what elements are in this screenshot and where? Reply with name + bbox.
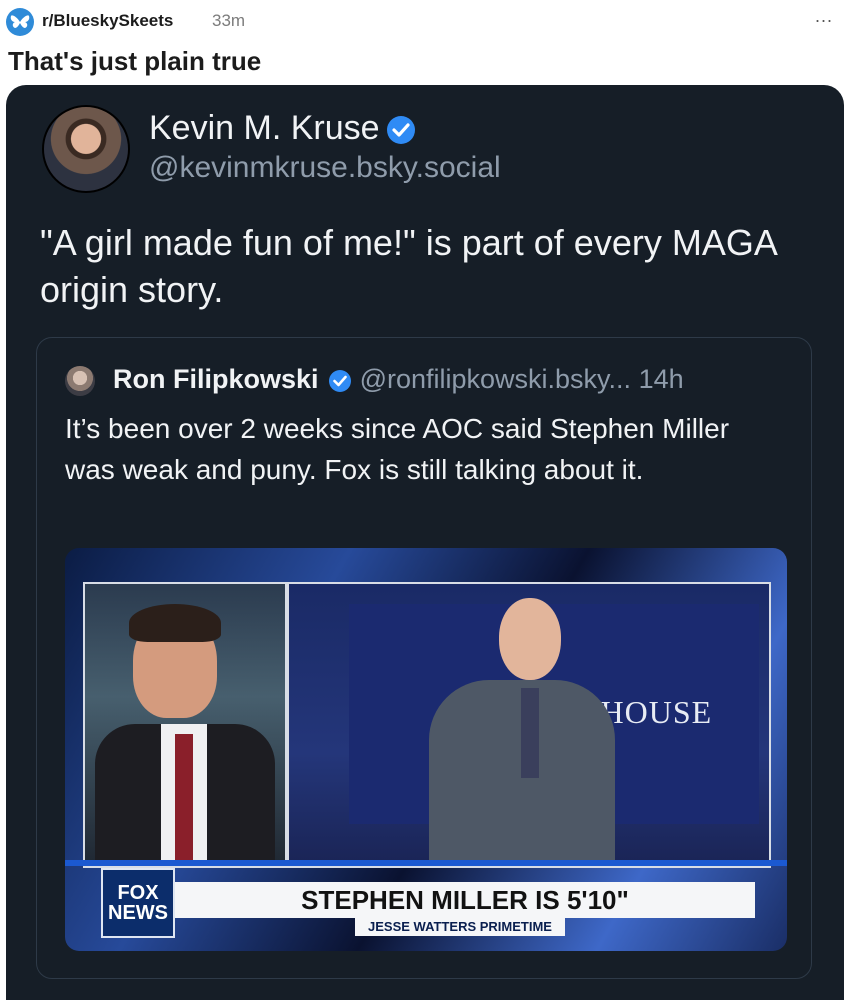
- video-thumbnail[interactable]: E HOUSE FOX NEWS STEPHEN MILLER IS 5'10"…: [65, 548, 787, 951]
- verified-badge-icon: [386, 115, 416, 145]
- guest-tie: [521, 688, 539, 778]
- quote-author-handle[interactable]: @ronfilipkowski.bsky...: [360, 364, 631, 394]
- guest-panel: E HOUSE: [287, 582, 771, 868]
- lower-third-band: [65, 860, 787, 866]
- butterfly-icon[interactable]: [6, 8, 34, 36]
- post-title: That's just plain true: [8, 46, 262, 76]
- author-name-line: Kevin M. Kruse: [149, 109, 416, 148]
- quote-author-avatar[interactable]: [65, 366, 95, 396]
- post-header: r/BlueskySkeets 33m ...: [0, 0, 845, 44]
- quote-verified-badge-icon: [328, 369, 352, 393]
- quote-text: It’s been over 2 weeks since AOC said St…: [65, 413, 730, 485]
- post-age: 33m: [212, 11, 246, 30]
- fox-news-logo: FOX NEWS: [101, 868, 175, 938]
- author-handle[interactable]: @kevinmkruse.bsky.social: [149, 151, 501, 185]
- quoted-post[interactable]: Ron Filipkowski @ronfilipkowski.bsky... …: [36, 337, 812, 979]
- logo-line-2: NEWS: [108, 902, 168, 924]
- host-panel: [83, 582, 287, 868]
- host-hair: [129, 604, 221, 642]
- show-name: JESSE WATTERS PRIMETIME: [355, 918, 565, 936]
- host-tie: [175, 734, 193, 866]
- logo-line-1: FOX: [117, 882, 159, 904]
- quote-author-name[interactable]: Ron Filipkowski: [113, 364, 319, 394]
- quote-author-line: Ron Filipkowski @ronfilipkowski.bsky... …: [113, 364, 684, 395]
- author-name[interactable]: Kevin M. Kruse: [149, 109, 380, 147]
- author-avatar[interactable]: [42, 105, 130, 193]
- more-options-button[interactable]: ...: [815, 6, 833, 27]
- bluesky-post-card[interactable]: Kevin M. Kruse @kevinmkruse.bsky.social …: [6, 85, 844, 1000]
- post-text: "A girl made fun of me!" is part of ever…: [40, 222, 776, 310]
- chyron-headline: STEPHEN MILLER IS 5'10": [175, 882, 755, 918]
- quote-age: 14h: [638, 364, 684, 394]
- guest-head: [499, 598, 561, 680]
- subreddit-link[interactable]: r/BlueskySkeets: [42, 11, 173, 31]
